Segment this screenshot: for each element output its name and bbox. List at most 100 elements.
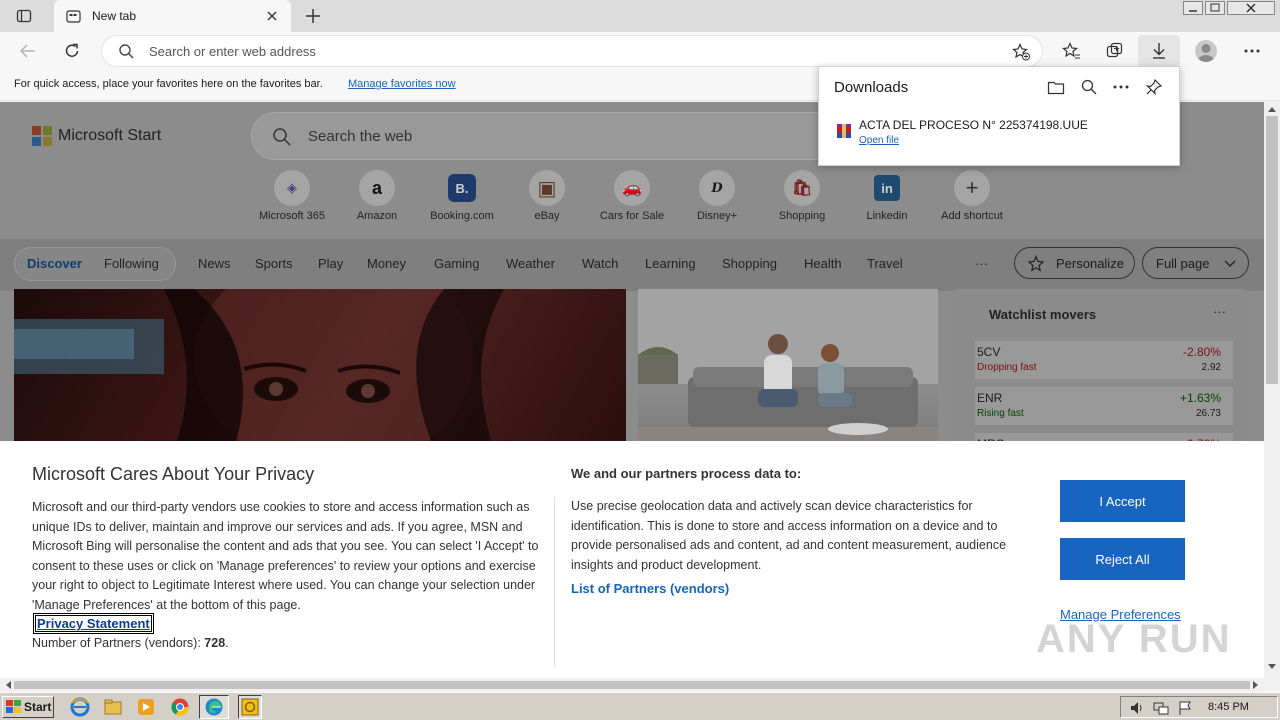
horizontal-scrollbar[interactable] <box>0 678 1264 692</box>
web-search-box[interactable]: Search the web <box>251 112 851 160</box>
partners-suffix: . <box>225 636 229 650</box>
tab-following[interactable]: Following <box>104 256 159 271</box>
back-icon[interactable] <box>19 42 37 60</box>
more-options-icon[interactable] <box>1113 80 1129 94</box>
add-favorite-icon[interactable] <box>1012 43 1030 61</box>
nav-health[interactable]: Health <box>804 256 842 271</box>
minimize-button[interactable] <box>1183 1 1203 15</box>
nav-sports[interactable]: Sports <box>255 256 293 271</box>
nav-shopping[interactable]: Shopping <box>722 256 777 271</box>
profile-avatar-icon[interactable] <box>1195 40 1217 62</box>
nav-watch[interactable]: Watch <box>582 256 618 271</box>
start-button[interactable]: Start <box>2 696 54 718</box>
reject-all-button[interactable]: Reject All <box>1060 538 1185 580</box>
new-tab-button[interactable] <box>304 7 322 25</box>
watermark-logo: ANY RUN <box>1036 617 1232 661</box>
vertical-scrollbar[interactable] <box>1264 102 1280 678</box>
watchlist-more-icon[interactable]: ··· <box>1213 304 1226 319</box>
shortcut-label: Linkedin <box>866 210 908 222</box>
close-tab-icon[interactable] <box>264 8 280 24</box>
file-explorer-icon[interactable] <box>103 697 123 717</box>
shortcut-ebay[interactable]: ▣ eBay <box>502 170 592 222</box>
scroll-thumb[interactable] <box>1266 116 1278 384</box>
nav-play[interactable]: Play <box>318 256 343 271</box>
shortcut-label: eBay <box>534 210 560 222</box>
downloads-button[interactable] <box>1138 35 1180 67</box>
system-tray: 8:45 PM <box>1120 696 1278 718</box>
scroll-right-icon[interactable] <box>1253 681 1259 689</box>
accept-button[interactable]: I Accept <box>1060 480 1185 522</box>
shortcut-shopping[interactable]: 🛍 Shopping <box>757 170 847 222</box>
tab-discover[interactable]: Discover <box>27 256 82 271</box>
watchlist-row[interactable]: 5CV -2.80% Dropping fast 2.92 <box>975 341 1233 379</box>
scroll-up-icon[interactable] <box>1268 106 1276 112</box>
open-file-link[interactable]: Open file <box>859 135 899 146</box>
download-file-name[interactable]: ACTA DEL PROCESO N° 225374198.UUE <box>859 118 1088 132</box>
search-icon <box>272 127 292 147</box>
hero-article-image[interactable] <box>14 289 626 449</box>
favorites-icon[interactable] <box>1062 42 1081 61</box>
window-controls <box>1183 1 1277 16</box>
app-icon <box>241 698 259 716</box>
microsoft-start-logo[interactable]: Microsoft Start <box>32 126 161 146</box>
volume-icon[interactable] <box>1129 700 1145 716</box>
watchlist-movers-card: Watchlist movers ··· 5CV -2.80% Dropping… <box>951 289 1249 471</box>
consent-body: Microsoft and our third-party vendors us… <box>32 500 539 612</box>
article-image[interactable] <box>638 289 938 449</box>
shortcut-booking[interactable]: B. Booking.com <box>417 170 507 222</box>
edge-taskbar-button[interactable] <box>199 695 229 719</box>
shortcut-linkedin[interactable]: in Linkedin <box>842 170 932 222</box>
edge-icon <box>204 697 224 717</box>
collections-icon[interactable] <box>1106 42 1125 61</box>
shortcut-cars-for-sale[interactable]: 🚗 Cars for Sale <box>587 170 677 222</box>
app-taskbar-button[interactable] <box>238 695 262 719</box>
close-window-button[interactable] <box>1227 1 1275 15</box>
stock-change: +1.63% <box>1179 391 1221 405</box>
layout-dropdown[interactable]: Full page <box>1142 247 1249 279</box>
refresh-icon[interactable] <box>63 42 81 60</box>
network-icon[interactable] <box>1153 700 1169 716</box>
shortcut-label: Add shortcut <box>941 210 1003 222</box>
stock-price: 2.92 <box>1201 362 1221 373</box>
nav-money[interactable]: Money <box>367 256 406 271</box>
windows-taskbar: Start 8:45 PM <box>0 692 1280 720</box>
nav-gaming[interactable]: Gaming <box>434 256 480 271</box>
scroll-thumb[interactable] <box>14 681 1250 689</box>
chrome-icon[interactable] <box>170 697 190 717</box>
chevron-down-icon <box>1223 258 1237 270</box>
search-downloads-icon[interactable] <box>1081 79 1097 95</box>
personalize-button[interactable]: Personalize <box>1014 247 1135 279</box>
tab-new-tab[interactable]: New tab <box>54 0 291 32</box>
shortcut-amazon[interactable]: a Amazon <box>332 170 422 222</box>
partners-label: Number of Partners (vendors): <box>32 636 205 650</box>
scroll-down-icon[interactable] <box>1268 664 1276 670</box>
clock: 8:45 PM <box>1208 701 1249 713</box>
nav-learning[interactable]: Learning <box>645 256 696 271</box>
privacy-statement-link[interactable]: Privacy Statement <box>33 613 154 634</box>
internet-explorer-icon[interactable] <box>70 697 90 717</box>
restore-button[interactable] <box>1205 1 1225 15</box>
nav-more-icon[interactable]: ··· <box>975 256 988 271</box>
booking-icon: B. <box>448 174 476 202</box>
pin-icon[interactable] <box>1145 78 1163 96</box>
scroll-left-icon[interactable] <box>5 681 11 689</box>
search-placeholder: Search the web <box>308 128 413 145</box>
flag-icon[interactable] <box>1177 700 1193 716</box>
personalize-label: Personalize <box>1056 256 1124 271</box>
address-bar[interactable]: Search or enter web address <box>101 35 1043 67</box>
open-folder-icon[interactable] <box>1047 79 1065 95</box>
list-of-partners-link[interactable]: List of Partners (vendors) <box>571 581 729 596</box>
shortcut-disney[interactable]: D Disney+ <box>672 170 762 222</box>
nav-news[interactable]: News <box>198 256 231 271</box>
tab-actions-icon[interactable] <box>16 8 32 24</box>
media-player-icon[interactable] <box>136 697 156 717</box>
settings-more-icon[interactable] <box>1243 42 1261 60</box>
tab-title: New tab <box>92 9 137 23</box>
nav-travel[interactable]: Travel <box>867 256 903 271</box>
manage-favorites-link[interactable]: Manage favorites now <box>348 78 456 90</box>
start-label: Start <box>24 700 52 714</box>
watchlist-row[interactable]: ENR +1.63% Rising fast 26.73 <box>975 387 1233 425</box>
shortcut-microsoft365[interactable]: ◈ Microsoft 365 <box>247 170 337 222</box>
add-shortcut-button[interactable]: + Add shortcut <box>927 170 1017 222</box>
nav-weather[interactable]: Weather <box>506 256 555 271</box>
